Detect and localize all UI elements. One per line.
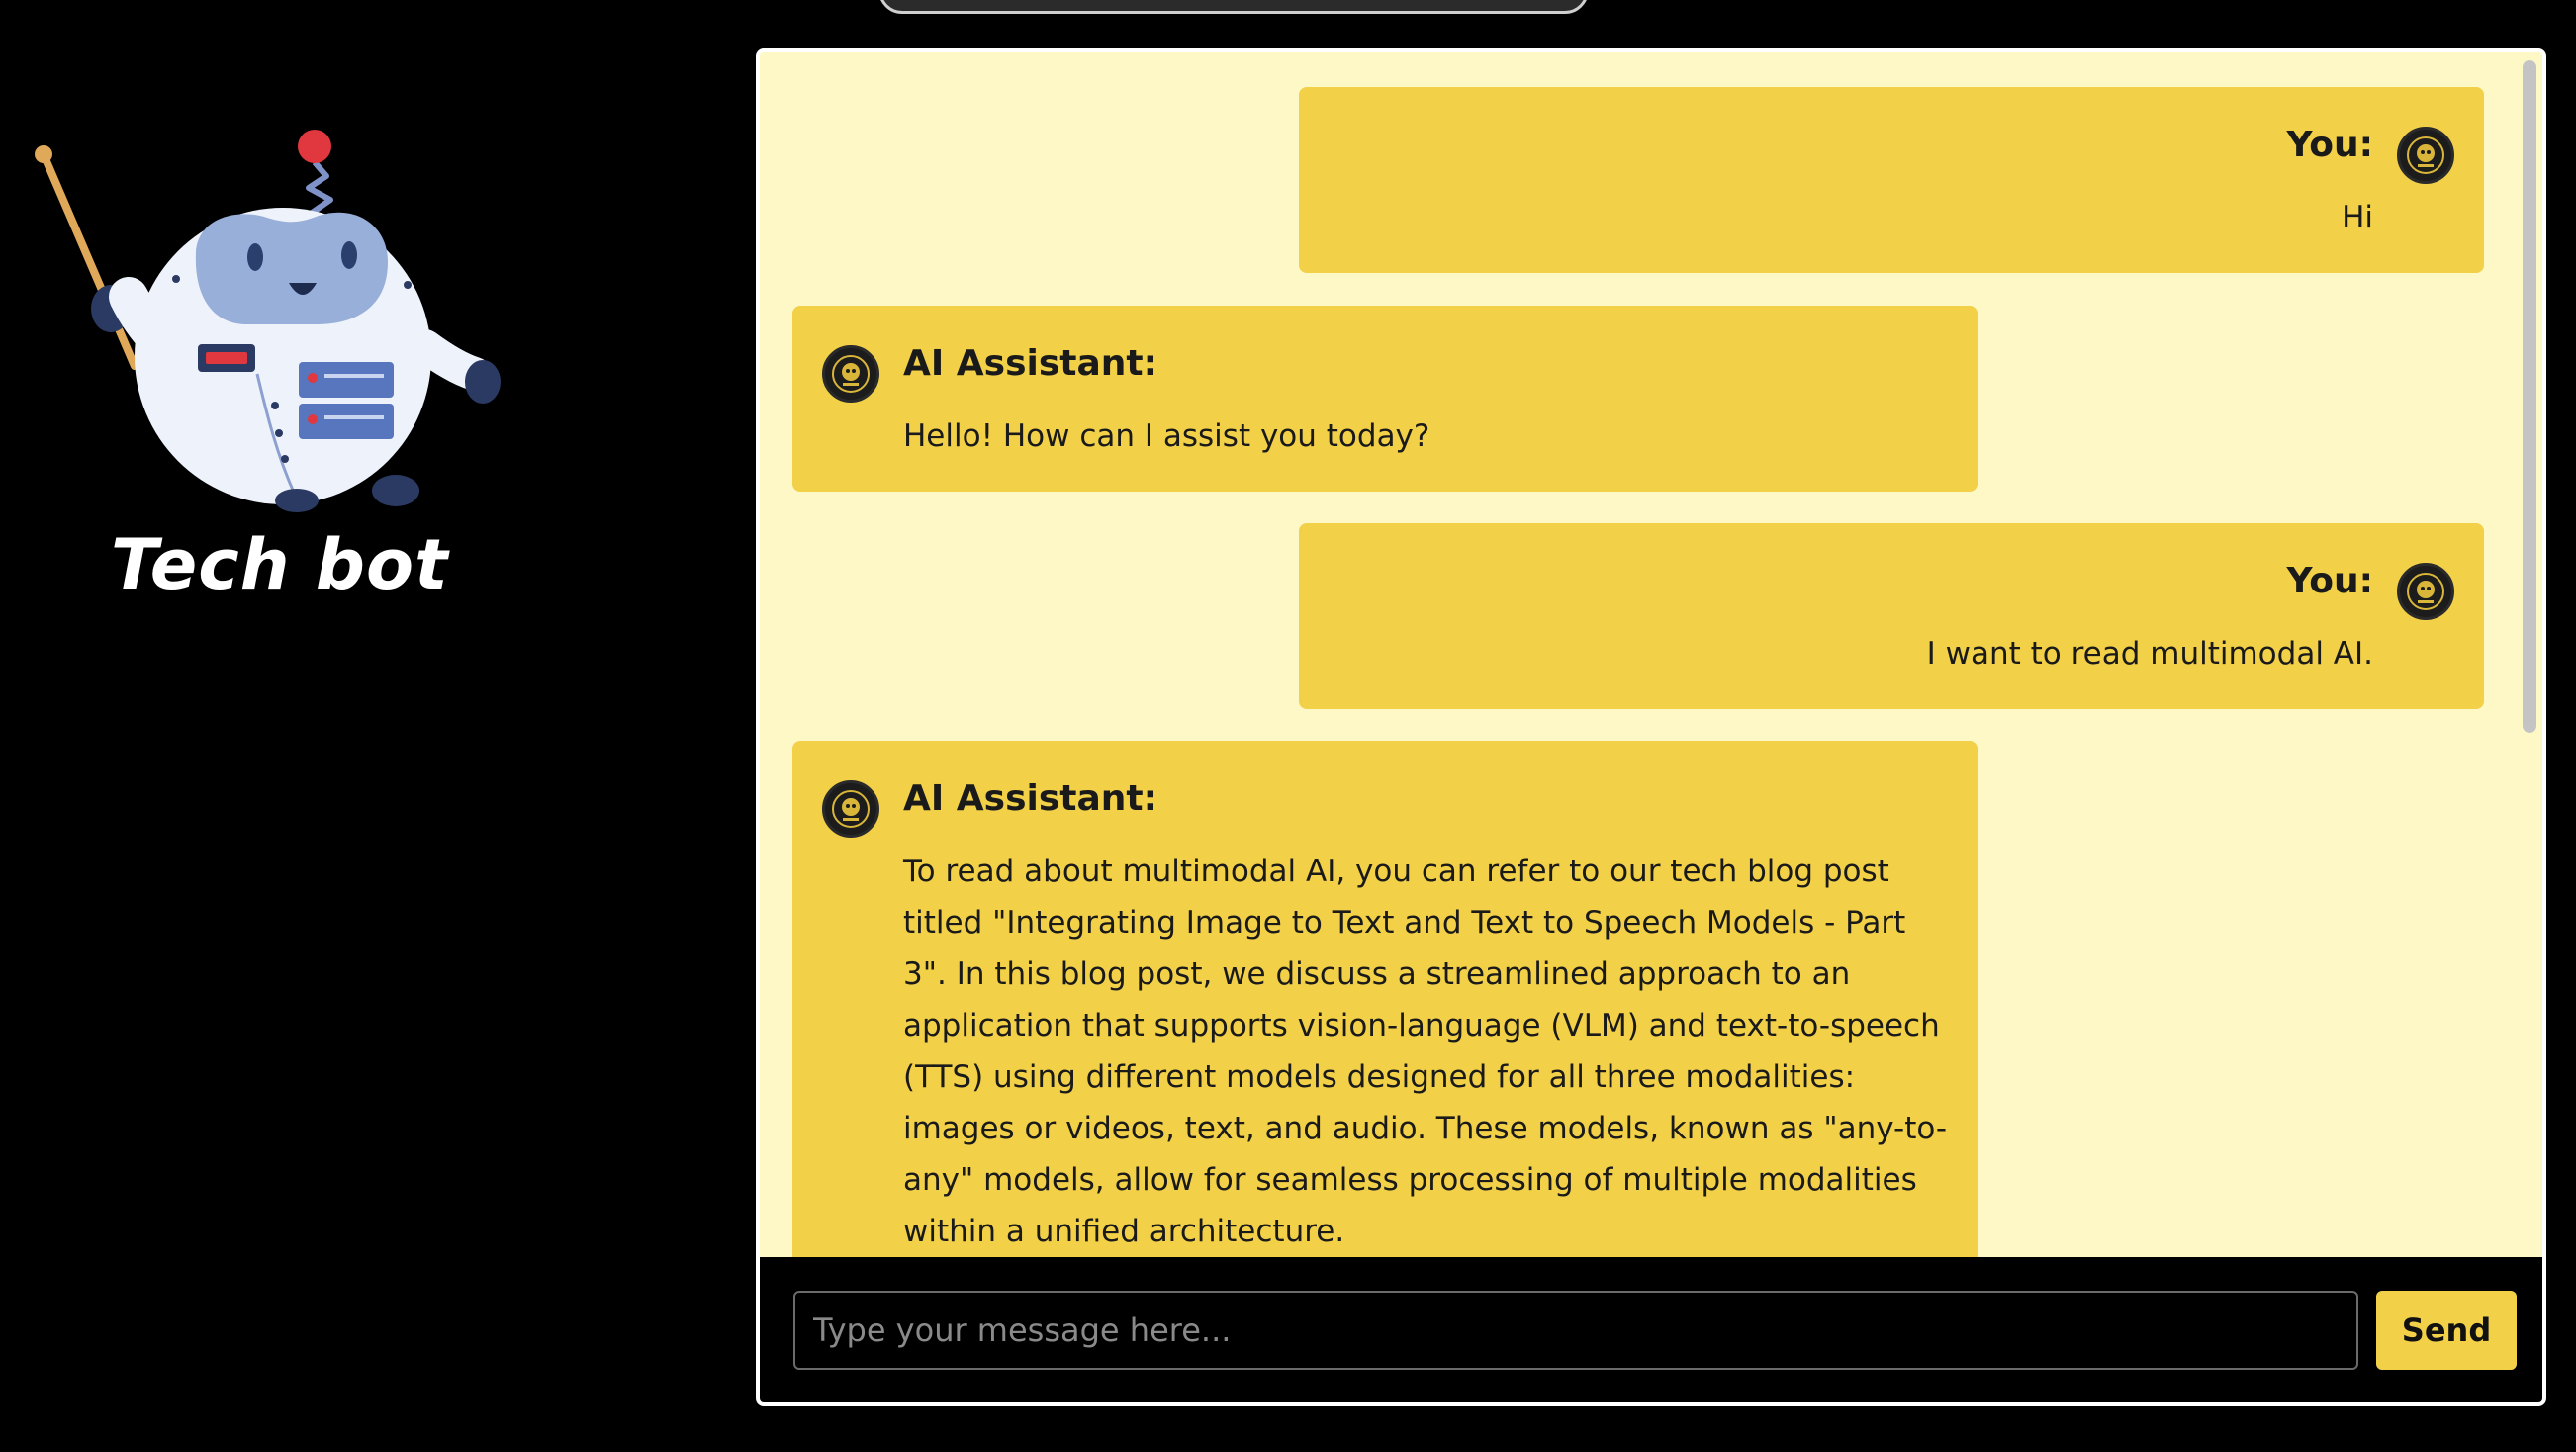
sender-label: You: [2286,125,2373,165]
message-text: I want to read multimodal AI. [1926,636,2373,672]
avatar-icon [2397,563,2454,620]
message-text: Hi [2342,200,2373,235]
composer: Send [760,1257,2542,1402]
scrollbar-thumb[interactable] [2523,60,2536,733]
message-list[interactable]: You: Hi AI Assistant: Hello! How can I a… [760,52,2519,1257]
avatar-icon [822,345,879,403]
user-message: You: Hi [1299,87,2484,273]
send-button[interactable]: Send [2376,1291,2517,1370]
sender-label: AI Assistant: [903,778,1158,819]
app-title: Tech bot [111,524,449,605]
user-message: You: I want to read multimodal AI. [1299,523,2484,709]
sender-label: You: [2286,561,2373,601]
message-text: Hello! How can I assist you today? [903,418,1430,454]
assistant-message: AI Assistant: Hello! How can I assist yo… [792,306,1978,492]
messages-scrollbar[interactable] [2515,52,2542,1257]
message-text: To read about multimodal AI, you can ref… [903,854,1948,1249]
app-root: Tech bot You: Hi AI Assistant: Hello! Ho… [0,0,2576,1452]
sender-label: AI Assistant: [903,343,1158,384]
assistant-message: AI Assistant: To read about multimodal A… [792,741,1978,1257]
avatar-icon [2397,127,2454,184]
avatar-icon [822,780,879,838]
chat-window: You: Hi AI Assistant: Hello! How can I a… [756,48,2546,1406]
message-input[interactable] [793,1291,2358,1370]
top-handle [878,0,1589,14]
robot-mascot-icon [30,59,505,514]
